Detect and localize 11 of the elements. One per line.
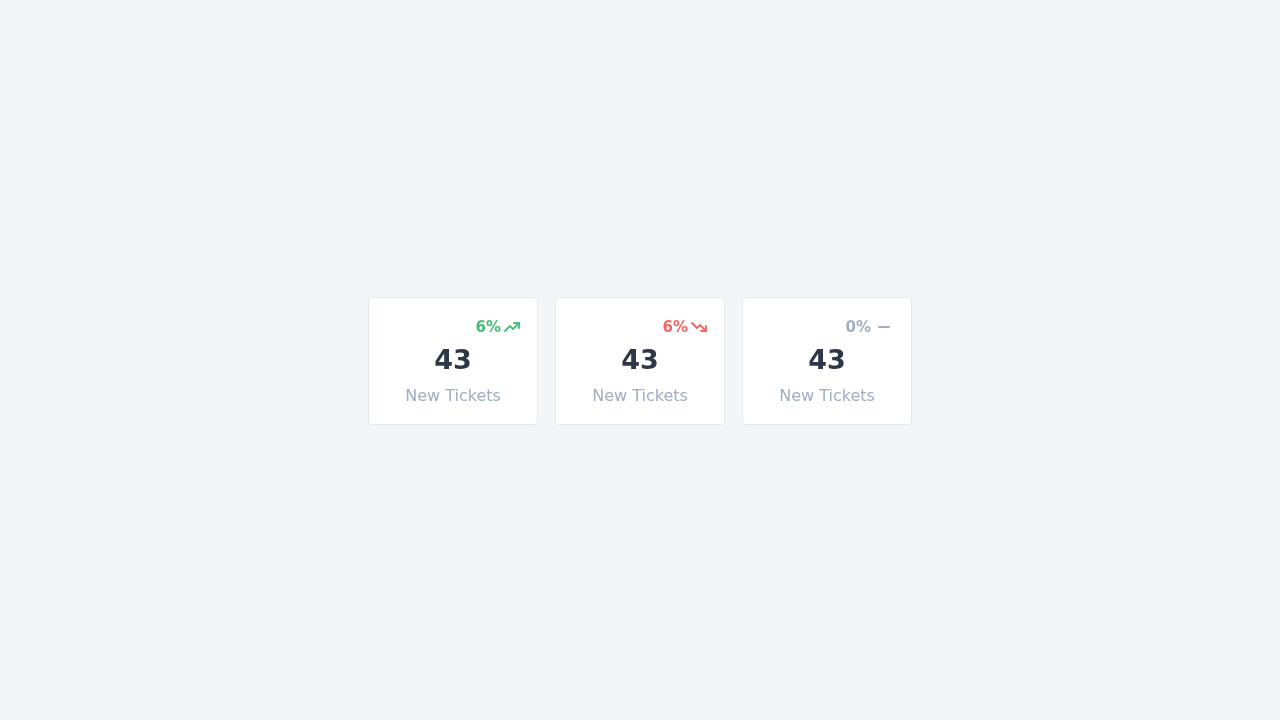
trending-down-icon [691, 320, 707, 334]
stat-label: New Tickets [405, 386, 501, 406]
stat-value: 43 [434, 343, 472, 377]
stat-value: 43 [621, 343, 659, 377]
stat-label: New Tickets [592, 386, 688, 406]
stat-value: 43 [808, 343, 846, 377]
change-percent: 6% [475, 317, 501, 337]
change-percent: 0% [845, 317, 871, 337]
change-percent: 6% [662, 317, 688, 337]
trending-up-icon [504, 320, 520, 334]
stat-label: New Tickets [779, 386, 875, 406]
